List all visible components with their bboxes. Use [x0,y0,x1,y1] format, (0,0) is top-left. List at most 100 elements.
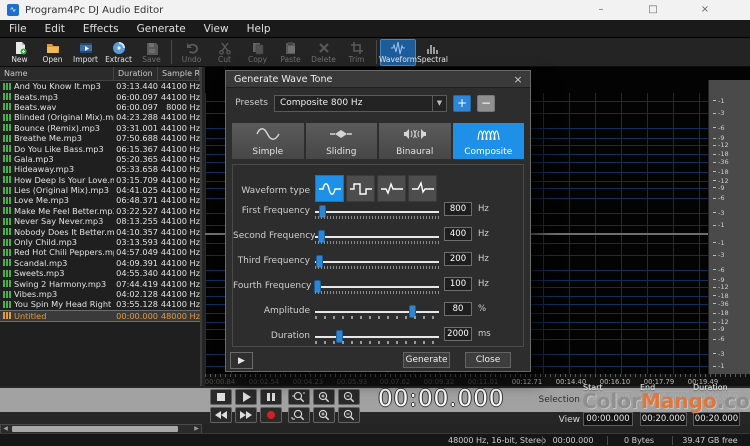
menu-effects[interactable]: Effects [74,20,128,38]
audio-file-icon [3,145,11,152]
column-header-name[interactable]: Name [0,67,114,80]
file-sample-rate: 44100 Hz [158,268,200,278]
preview-play-button[interactable]: ▶ [230,352,253,369]
scroll-left-arrow-icon[interactable]: ◀ [1,425,10,433]
db-ruler-label: -6 [713,267,724,273]
column-header-duration[interactable]: Duration [114,67,158,80]
file-row[interactable]: Lies (Original Mix).mp304:41.02544100 Hz [0,185,200,195]
menu-edit[interactable]: Edit [36,20,74,38]
file-row[interactable]: Hideaway.mp305:33.65844100 Hz [0,164,200,174]
slider-value-field[interactable]: 100 [444,277,472,291]
zoom-out-horizontal-button[interactable] [338,389,360,405]
slider-track[interactable] [315,211,439,213]
slider-track[interactable] [315,236,439,238]
slider-track[interactable] [315,336,439,338]
file-name: Gala.mp3 [14,154,114,164]
add-preset-button[interactable]: + [453,95,471,112]
column-header-sample-rate[interactable]: Sample R [158,67,200,80]
zoom-out-vertical-button[interactable] [338,407,360,423]
extract-button[interactable]: Extract [102,39,135,66]
maximize-window-button[interactable]: □ [644,1,662,18]
file-row[interactable]: Beats.wav06:00.0978000 Hz [0,102,200,112]
file-sample-rate: 44100 Hz [158,195,200,205]
slider-value-field[interactable]: 400 [444,227,472,241]
undo-arrow-icon [185,40,199,54]
file-row[interactable]: Only Child.mp303:13.59344100 Hz [0,237,200,247]
close-button[interactable]: Close [465,352,511,368]
dialog-close-icon[interactable]: × [510,72,526,87]
file-row[interactable]: Beats.mp306:00.09744100 Hz [0,91,200,101]
file-row[interactable]: Vibes.mp304:02.12844100 Hz [0,289,200,299]
pulse-wave-type-icon[interactable] [408,175,437,202]
play-button[interactable] [235,389,257,405]
file-row[interactable]: You Spin My Head Right Round...03:55.128… [0,299,200,309]
scrollbar-thumb[interactable] [12,426,178,432]
file-row[interactable]: Swing 2 Harmony.mp307:44.41944100 Hz [0,278,200,288]
slider-value-field[interactable]: 2000 [444,327,472,341]
slider-value-field[interactable]: 80 [444,302,472,316]
zoom-in-vertical-button[interactable] [313,407,335,423]
dialog-title-bar[interactable]: Generate Wave Tone × [226,71,530,88]
tab-binaural[interactable]: Binaural [379,123,451,159]
file-row[interactable]: Bounce (Remix).mp303:31.00144100 Hz [0,123,200,133]
slider-value-field[interactable]: 200 [444,252,472,266]
sine-wave-type-icon[interactable] [315,175,344,202]
spectral-button[interactable]: Spectral [416,39,449,66]
pause-button[interactable] [260,389,282,405]
stop-button[interactable] [210,389,232,405]
file-row[interactable]: And You Know It.mp303:13.44044100 Hz [0,81,200,91]
import-button[interactable]: Import [69,39,102,66]
record-button[interactable] [260,407,282,423]
view-end-field[interactable]: 00:20.000 [640,412,687,426]
file-row[interactable]: Blinded (Original Mix).mp304:23.28844100… [0,112,200,122]
file-row[interactable]: Never Say Never.mp308:13.25544100 Hz [0,216,200,226]
sliding-tone-icon [329,126,353,145]
file-duration: 07:50.688 [114,133,158,143]
slider-track[interactable] [315,286,439,288]
tab-simple[interactable]: Simple [232,123,304,159]
file-row[interactable]: Sweets.mp304:55.34044100 Hz [0,268,200,278]
file-row[interactable]: Untitled00:00.00048000 Hz [0,310,200,322]
tab-composite[interactable]: Composite [453,123,525,159]
menu-help[interactable]: Help [238,20,280,38]
view-start-field[interactable]: 00:00.000 [583,412,633,426]
db-ruler-label: -12 [713,178,729,184]
file-row[interactable]: Scandal.mp304:09.39144100 Hz [0,258,200,268]
slider-track[interactable] [315,311,439,313]
menu-view[interactable]: View [195,20,238,38]
file-row[interactable]: How Deep Is Your Love.mp303:15.70944100 … [0,175,200,185]
file-row[interactable]: Nobody Does It Better.mp304:10.35744100 … [0,226,200,236]
menu-generate[interactable]: Generate [128,20,195,38]
new-button[interactable]: New [3,39,36,66]
open-button[interactable]: Open [36,39,69,66]
zoom-in-horizontal-button[interactable] [313,389,335,405]
square-wave-type-icon[interactable] [346,175,375,202]
file-row[interactable]: Do You Like Bass.mp306:15.36744100 Hz [0,143,200,153]
tab-sliding[interactable]: Sliding [306,123,378,159]
waveform-button[interactable]: Waveform [380,39,416,66]
generate-button[interactable]: Generate [403,352,450,368]
zoom-selection-button[interactable] [288,389,310,405]
slider-track[interactable] [315,261,439,263]
slider-value-field[interactable]: 800 [444,202,472,216]
file-row[interactable]: Red Hot Chili Peppers.mp304:57.04944100 … [0,247,200,257]
spike-wave-type-icon[interactable] [377,175,406,202]
close-window-button[interactable]: × [696,1,714,18]
file-list-header: Name Duration Sample R [0,67,200,81]
file-row[interactable]: Breathe Me.mp307:50.68844100 Hz [0,133,200,143]
presets-dropdown[interactable]: Composite 800 Hz ▼ [274,95,447,112]
menu-file[interactable]: File [0,20,36,38]
view-duration-field[interactable]: 00:20.000 [693,412,740,426]
zoom-full-button[interactable] [288,407,310,423]
audio-file-icon [3,155,11,162]
remove-preset-button[interactable]: − [477,95,495,112]
file-row[interactable]: Gala.mp305:20.36544100 Hz [0,154,200,164]
minimize-window-button[interactable]: – [592,1,610,18]
file-row[interactable]: Make Me Feel Better.mp303:22.52744100 Hz [0,206,200,216]
fast-forward-button[interactable] [235,407,257,423]
chevron-down-icon[interactable]: ▼ [432,96,446,111]
waveform-type-label: Waveform type [233,186,310,196]
file-row[interactable]: Love Me.mp306:48.37144100 Hz [0,195,200,205]
scroll-right-arrow-icon[interactable]: ▶ [192,425,201,433]
rewind-button[interactable] [210,407,232,423]
